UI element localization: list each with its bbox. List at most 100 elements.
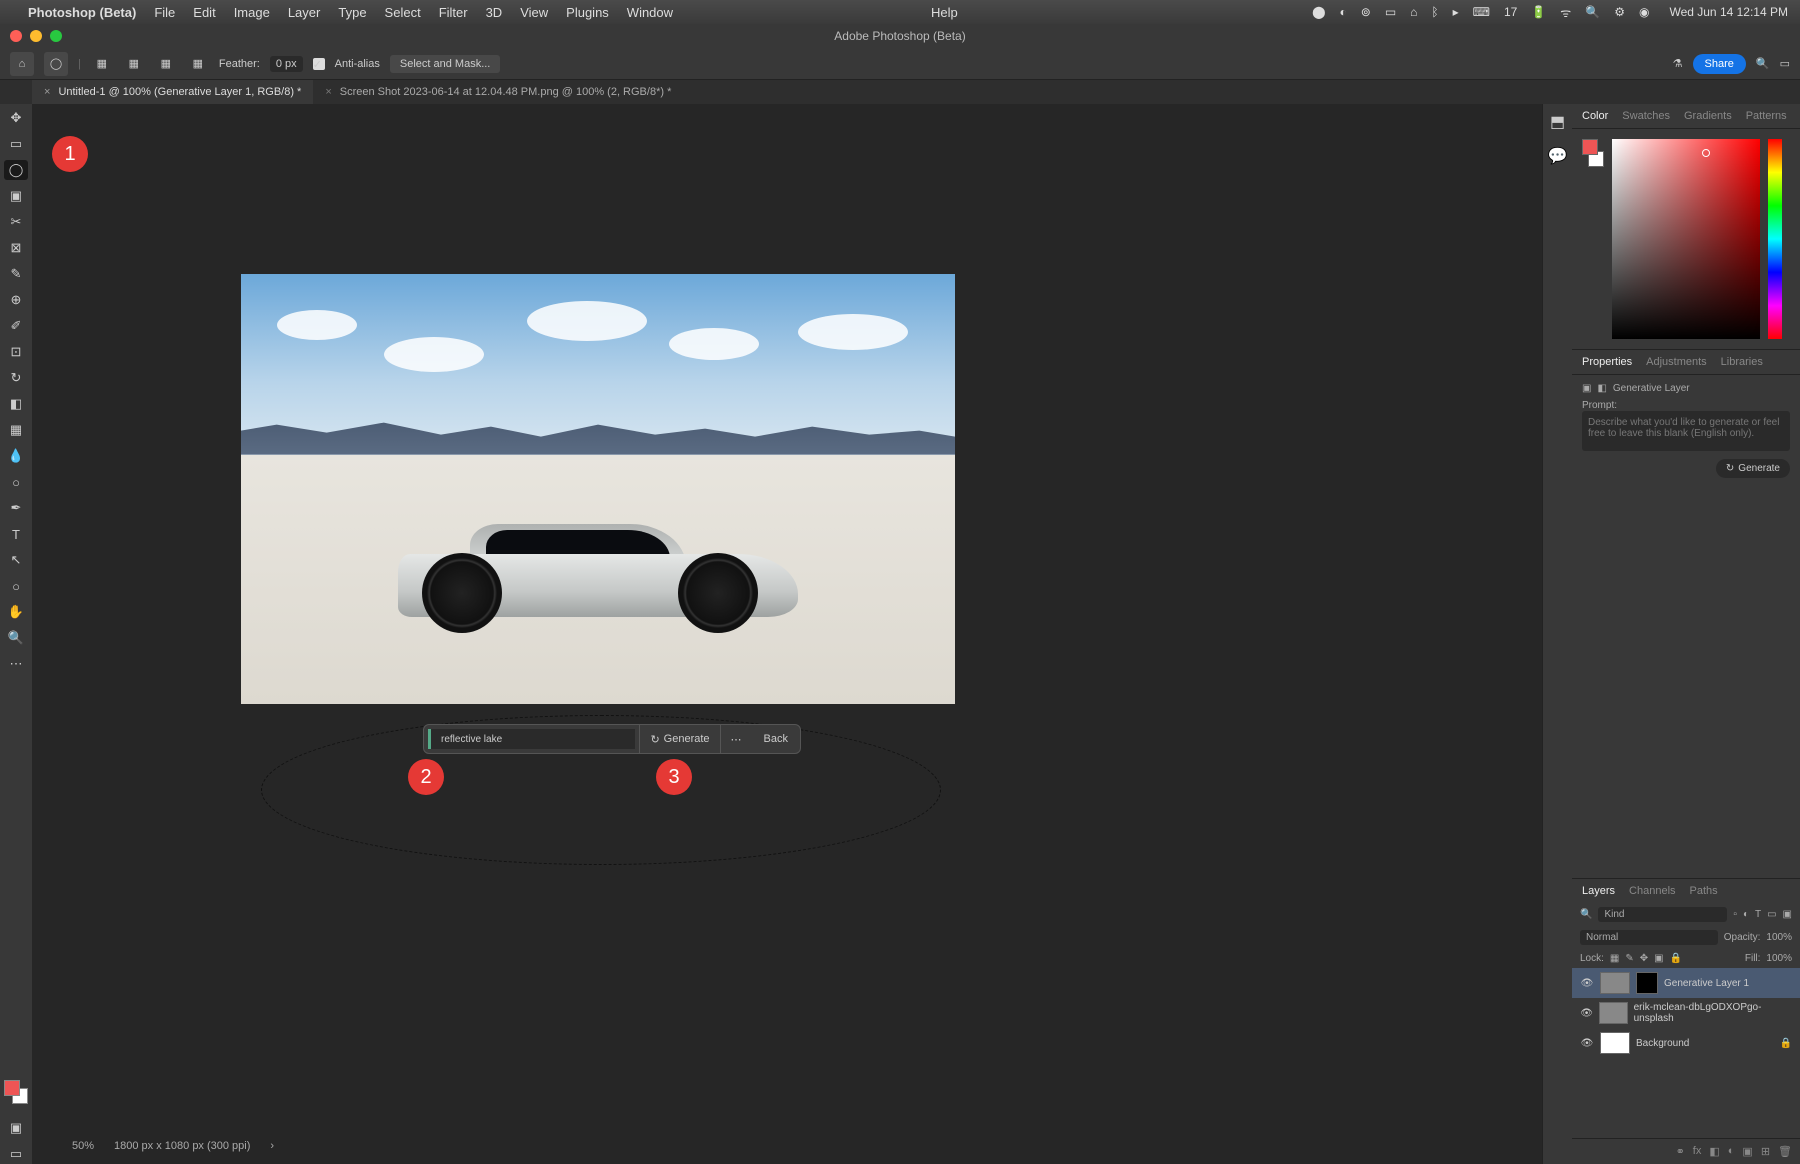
status-icon[interactable]: ⬤ xyxy=(1312,5,1325,19)
intersect-selection-icon[interactable]: ▦ xyxy=(187,53,209,75)
menu-layer[interactable]: Layer xyxy=(288,5,321,20)
play-icon[interactable]: ▸ xyxy=(1453,5,1459,19)
close-tab-icon[interactable]: × xyxy=(44,86,50,98)
app-name[interactable]: Photoshop (Beta) xyxy=(28,5,136,20)
tab-adjustments[interactable]: Adjustments xyxy=(1646,356,1707,368)
color-picker[interactable] xyxy=(1572,129,1800,349)
menu-filter[interactable]: Filter xyxy=(439,5,468,20)
layer-row[interactable]: 👁 Background 🔒 xyxy=(1572,1028,1800,1058)
menu-select[interactable]: Select xyxy=(385,5,421,20)
share-button[interactable]: Share xyxy=(1693,54,1746,74)
control-icon[interactable]: ⚙ xyxy=(1614,5,1625,19)
fx-icon[interactable]: fx xyxy=(1693,1145,1702,1158)
tab-layers[interactable]: Layers xyxy=(1582,885,1615,897)
filter-pixel-icon[interactable]: ▫ xyxy=(1733,909,1737,920)
cc-icon[interactable]: ⊚ xyxy=(1361,5,1371,19)
history-brush-tool[interactable]: ↻ xyxy=(4,368,28,388)
tab-properties[interactable]: Properties xyxy=(1582,356,1632,368)
filter-type-icon[interactable]: T xyxy=(1755,909,1761,920)
shape-tool[interactable]: ○ xyxy=(4,576,28,596)
healing-tool[interactable]: ⊕ xyxy=(4,290,28,310)
filter-smart-icon[interactable]: ▣ xyxy=(1783,909,1792,920)
gradient-tool[interactable]: ▦ xyxy=(4,420,28,440)
close-window[interactable] xyxy=(10,30,22,42)
stamp-tool[interactable]: ⊡ xyxy=(4,342,28,362)
generative-prompt-input[interactable]: reflective lake xyxy=(428,729,635,749)
layer-thumbnail[interactable] xyxy=(1600,972,1630,994)
subtract-selection-icon[interactable]: ▦ xyxy=(155,53,177,75)
properties-generate-button[interactable]: ↻Generate xyxy=(1716,459,1790,478)
layer-name[interactable]: Background xyxy=(1636,1038,1689,1049)
layer-name[interactable]: Generative Layer 1 xyxy=(1664,978,1749,989)
doc-dims[interactable]: 1800 px x 1080 px (300 ppi) xyxy=(114,1140,250,1152)
maximize-window[interactable] xyxy=(50,30,62,42)
minimize-window[interactable] xyxy=(30,30,42,42)
lock-icon[interactable]: 🔒 xyxy=(1780,1038,1792,1049)
tab-paths[interactable]: Paths xyxy=(1690,885,1718,897)
tab-2[interactable]: × Screen Shot 2023-06-14 at 12.04.48 PM.… xyxy=(313,80,683,104)
more-tools[interactable]: ⋯ xyxy=(4,654,28,674)
search-icon[interactable]: 🔍 xyxy=(1585,5,1600,19)
menu-edit[interactable]: Edit xyxy=(193,5,215,20)
lock-trans-icon[interactable]: ▦ xyxy=(1610,953,1619,964)
layer-name[interactable]: erik-mclean-dbLgODXOPgo-unsplash xyxy=(1634,1002,1792,1024)
zoom-tool[interactable]: 🔍 xyxy=(4,628,28,648)
frame-tool[interactable]: ⊠ xyxy=(4,238,28,258)
tab-swatches[interactable]: Swatches xyxy=(1622,110,1670,122)
layer-row[interactable]: 👁 Generative Layer 1 xyxy=(1572,968,1800,998)
delete-icon[interactable]: 🗑 xyxy=(1778,1145,1792,1158)
filter-shape-icon[interactable]: ▭ xyxy=(1767,909,1776,920)
canvas-area[interactable]: 1 reflective lake ↻Generate ⋯ Back 2 3 5… xyxy=(32,104,1542,1164)
eyedropper-tool[interactable]: ✎ xyxy=(4,264,28,284)
workspace-icon[interactable]: ▭ xyxy=(1780,57,1790,70)
layer-filter[interactable]: Kind xyxy=(1598,907,1727,922)
blur-tool[interactable]: 💧 xyxy=(4,446,28,466)
lock-all-icon[interactable]: 🔒 xyxy=(1670,953,1682,964)
visibility-icon[interactable]: 👁 xyxy=(1580,1008,1593,1019)
type-tool[interactable]: T xyxy=(4,524,28,544)
lock-nest-icon[interactable]: ▣ xyxy=(1654,953,1663,964)
battery-icon[interactable]: 🔋 xyxy=(1531,5,1546,19)
menu-file[interactable]: File xyxy=(154,5,175,20)
mask-add-icon[interactable]: ◧ xyxy=(1709,1145,1719,1158)
menu-window[interactable]: Window xyxy=(627,5,673,20)
status-arrow-icon[interactable]: › xyxy=(270,1140,274,1152)
layer-mask[interactable] xyxy=(1636,972,1658,994)
adjust-icon[interactable]: ◐ xyxy=(1728,1145,1735,1158)
back-button[interactable]: Back xyxy=(752,725,800,753)
keyboard-icon[interactable]: ⌨ xyxy=(1473,5,1490,19)
opacity-value[interactable]: 100% xyxy=(1766,932,1792,943)
tab-color[interactable]: Color xyxy=(1582,110,1608,122)
hand-tool[interactable]: ✋ xyxy=(4,602,28,622)
select-mask-button[interactable]: Select and Mask... xyxy=(390,55,501,73)
comment-icon[interactable]: 💬 xyxy=(1548,146,1568,166)
tab-patterns[interactable]: Patterns xyxy=(1746,110,1787,122)
bluetooth-icon[interactable]: ᛒ xyxy=(1431,5,1438,19)
move-tool[interactable]: ✥ xyxy=(4,108,28,128)
layer-thumbnail[interactable] xyxy=(1600,1032,1630,1054)
menu-help[interactable]: Help xyxy=(931,5,958,20)
siri-icon[interactable]: ◉ xyxy=(1639,5,1649,19)
generate-button[interactable]: ↻Generate xyxy=(639,725,719,753)
pen-tool[interactable]: ✒ xyxy=(4,498,28,518)
path-tool[interactable]: ↖ xyxy=(4,550,28,570)
prompt-textarea[interactable]: Describe what you'd like to generate or … xyxy=(1582,411,1790,451)
menu-view[interactable]: View xyxy=(520,5,548,20)
object-select-tool[interactable]: ▣ xyxy=(4,186,28,206)
menu-3d[interactable]: 3D xyxy=(486,5,503,20)
add-selection-icon[interactable]: ▦ xyxy=(123,53,145,75)
home-button[interactable]: ⌂ xyxy=(10,52,34,76)
new-selection-icon[interactable]: ▦ xyxy=(91,53,113,75)
eraser-tool[interactable]: ◧ xyxy=(4,394,28,414)
date-icon[interactable]: 17 xyxy=(1504,5,1517,19)
tab-gradients[interactable]: Gradients xyxy=(1684,110,1732,122)
marker-icon[interactable]: ⌂ xyxy=(1410,5,1417,19)
menu-plugins[interactable]: Plugins xyxy=(566,5,609,20)
crop-tool[interactable]: ✂ xyxy=(4,212,28,232)
filter-adjust-icon[interactable]: ◐ xyxy=(1743,909,1749,920)
quickmask-tool[interactable]: ▣ xyxy=(4,1118,28,1138)
layer-row[interactable]: 👁 erik-mclean-dbLgODXOPgo-unsplash xyxy=(1572,998,1800,1028)
tab-libraries[interactable]: Libraries xyxy=(1721,356,1763,368)
close-tab-icon[interactable]: × xyxy=(325,86,331,98)
wifi-icon[interactable]: ᯤ xyxy=(1560,4,1571,21)
